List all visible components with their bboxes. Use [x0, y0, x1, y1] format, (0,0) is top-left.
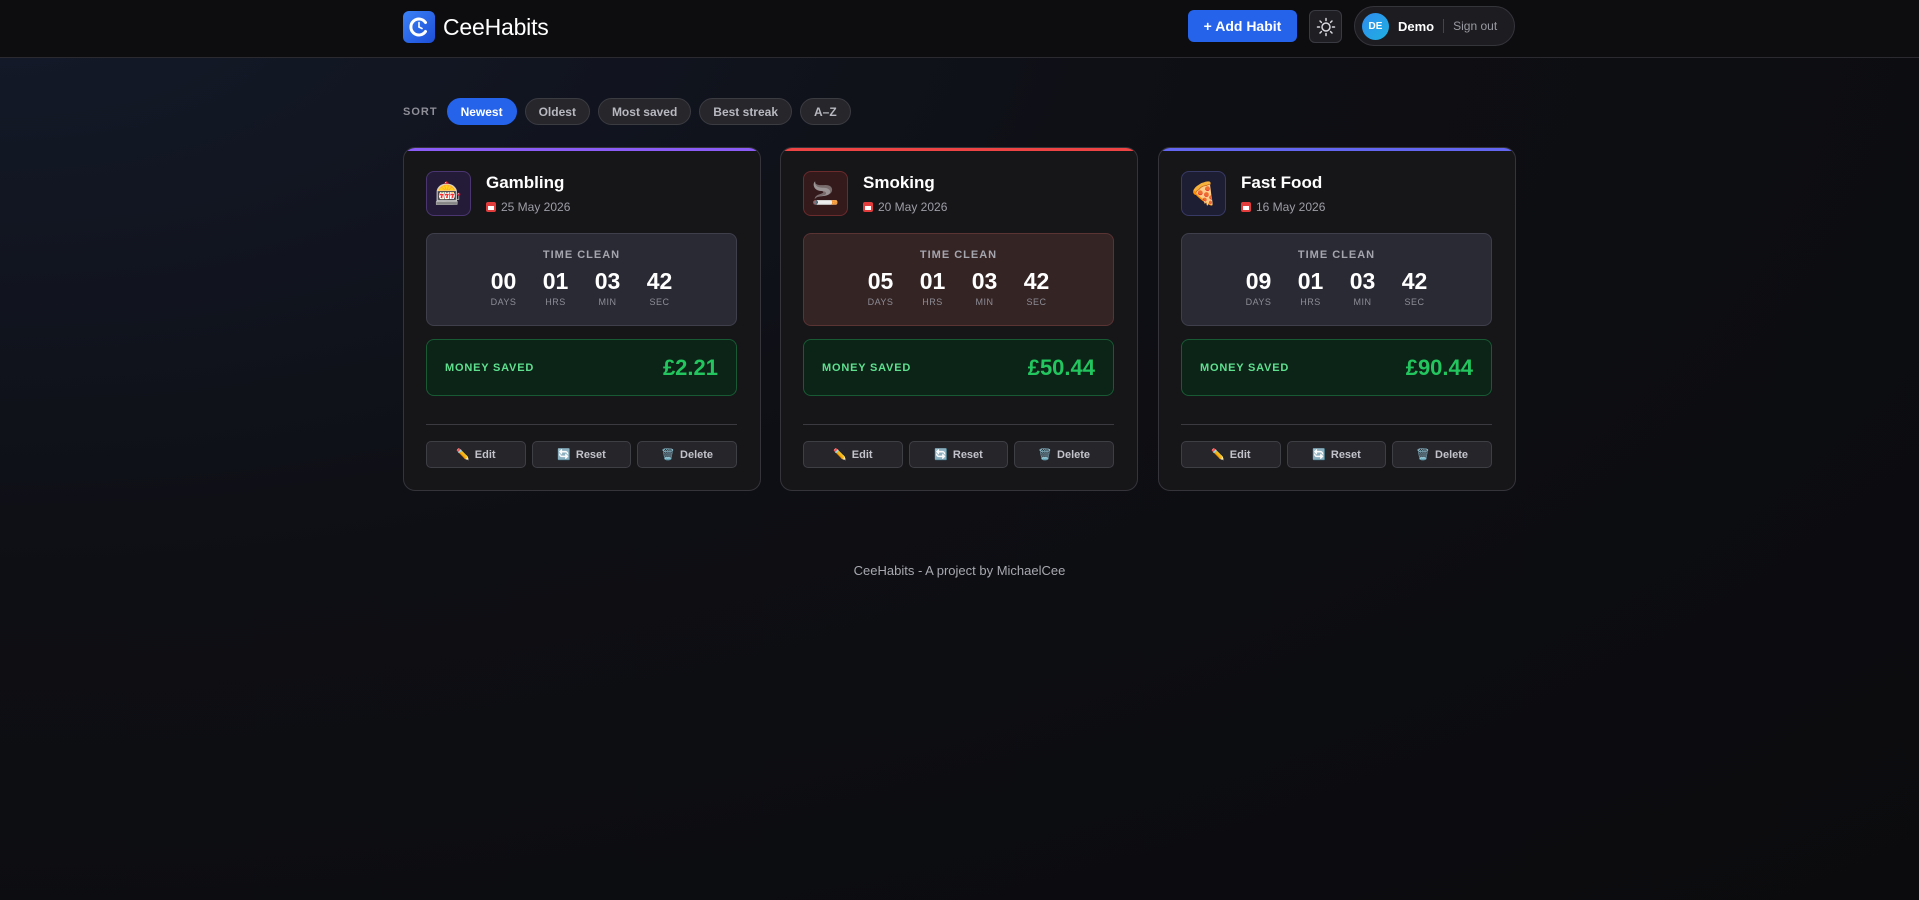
time-clean-panel: TIME CLEAN 05 DAYS 01 HRS 03 MIN 42 SEC: [803, 233, 1114, 326]
days-counter: 00 DAYS: [490, 268, 517, 307]
divider: [803, 424, 1114, 425]
pencil-icon: ✏️: [1211, 449, 1225, 461]
calendar-icon: [863, 202, 873, 212]
hours-counter: 01 HRS: [1297, 268, 1324, 307]
habit-name: Fast Food: [1241, 173, 1323, 192]
brand-name: CeeHabits: [443, 13, 549, 40]
habit-card-fast-food: 🍕 Fast Food 16 May 2026 TIME CLEAN 09 DAY…: [1158, 147, 1516, 491]
days-counter: 05 DAYS: [867, 268, 894, 307]
cigarette-icon: 🚬: [803, 171, 848, 216]
clock-logo-icon: [403, 11, 435, 43]
days-counter: 09 DAYS: [1245, 268, 1272, 307]
habit-card-smoking: 🚬 Smoking 20 May 2026 TIME CLEAN 05 DAYS …: [780, 147, 1138, 491]
habit-card-gambling: 🎰 Gambling 25 May 2026 TIME CLEAN 00 DAYS…: [403, 147, 761, 491]
pizza-icon: 🍕: [1181, 171, 1226, 216]
sign-out-link[interactable]: Sign out: [1453, 19, 1497, 33]
footer-credit: CeeHabits - A project by MichaelCee: [853, 563, 1066, 578]
calendar-icon: [1241, 202, 1251, 212]
sun-icon: [1316, 17, 1335, 36]
pencil-icon: ✏️: [833, 449, 847, 461]
sort-newest-button[interactable]: Newest: [446, 98, 517, 125]
reset-button[interactable]: 🔄 Reset: [531, 441, 632, 468]
money-saved-panel: MONEY SAVED £50.44: [803, 339, 1114, 396]
sort-best-streak-button[interactable]: Best streak: [699, 98, 793, 125]
top-bar: CeeHabits + Add Habit DE Demo Sign out: [0, 0, 1919, 58]
minutes-counter: 03 MIN: [594, 268, 621, 307]
time-clean-label: TIME CLEAN: [542, 249, 621, 261]
habit-name: Gambling: [486, 173, 565, 192]
time-clean-label: TIME CLEAN: [1297, 249, 1376, 261]
habit-start-date: 20 May 2026: [863, 200, 947, 214]
seconds-counter: 42 SEC: [1023, 268, 1050, 307]
time-clean-panel: TIME CLEAN 09 DAYS 01 HRS 03 MIN 42 SEC: [1181, 233, 1492, 326]
money-saved-label: MONEY SAVED: [822, 362, 912, 374]
date-text: 16 May 2026: [1256, 200, 1326, 214]
delete-button[interactable]: 🗑️ Delete: [637, 441, 738, 468]
habit-start-date: 25 May 2026: [486, 200, 570, 214]
time-clean-label: TIME CLEAN: [919, 249, 998, 261]
minutes-counter: 03 MIN: [1349, 268, 1376, 307]
money-saved-label: MONEY SAVED: [1200, 362, 1290, 374]
date-text: 25 May 2026: [501, 200, 571, 214]
habit-name: Smoking: [863, 173, 935, 192]
theme-toggle-button[interactable]: [1309, 10, 1342, 43]
delete-button[interactable]: 🗑️ Delete: [1392, 441, 1493, 468]
sort-oldest-button[interactable]: Oldest: [524, 98, 590, 125]
refresh-icon: 🔄: [1312, 449, 1326, 461]
minutes-counter: 03 MIN: [971, 268, 998, 307]
delete-button[interactable]: 🗑️ Delete: [1014, 441, 1115, 468]
edit-button[interactable]: ✏️ Edit: [426, 441, 526, 468]
money-saved-value: £90.44: [1405, 355, 1473, 380]
seconds-counter: 42 SEC: [646, 268, 673, 307]
seconds-counter: 42 SEC: [1401, 268, 1428, 307]
card-accent-bar: [1159, 148, 1515, 151]
time-clean-panel: TIME CLEAN 00 DAYS 01 HRS 03 MIN 42 SEC: [426, 233, 737, 326]
sort-a-z-button[interactable]: A–Z: [800, 98, 851, 125]
brand[interactable]: CeeHabits: [403, 11, 549, 43]
money-saved-panel: MONEY SAVED £90.44: [1181, 339, 1492, 396]
money-saved-label: MONEY SAVED: [445, 362, 535, 374]
trash-icon: 🗑️: [661, 449, 676, 461]
avatar[interactable]: DE: [1362, 12, 1389, 40]
refresh-icon: 🔄: [557, 449, 571, 461]
trash-icon: 🗑️: [1038, 449, 1053, 461]
sort-label: SORT: [403, 105, 438, 118]
habit-start-date: 16 May 2026: [1241, 200, 1325, 214]
edit-button[interactable]: ✏️ Edit: [1181, 441, 1281, 468]
card-accent-bar: [404, 148, 760, 151]
slot-machine-icon: 🎰: [426, 171, 471, 216]
money-saved-value: £50.44: [1027, 355, 1095, 380]
sort-most-saved-button[interactable]: Most saved: [597, 98, 692, 125]
calendar-icon: [486, 202, 496, 212]
refresh-icon: 🔄: [934, 449, 948, 461]
date-text: 20 May 2026: [878, 200, 948, 214]
divider: [1181, 424, 1492, 425]
edit-button[interactable]: ✏️ Edit: [803, 441, 903, 468]
card-accent-bar: [781, 148, 1137, 151]
divider: [1443, 19, 1445, 33]
trash-icon: 🗑️: [1416, 449, 1431, 461]
divider: [426, 424, 737, 425]
money-saved-value: £2.21: [662, 355, 718, 380]
reset-button[interactable]: 🔄 Reset: [908, 441, 1009, 468]
user-name: Demo: [1398, 18, 1435, 34]
pencil-icon: ✏️: [456, 449, 470, 461]
money-saved-panel: MONEY SAVED £2.21: [426, 339, 737, 396]
reset-button[interactable]: 🔄 Reset: [1286, 441, 1387, 468]
user-menu: DE Demo Sign out: [1354, 6, 1515, 46]
hours-counter: 01 HRS: [542, 268, 569, 307]
sort-bar: SORT Newest Oldest Most saved Best strea…: [403, 98, 859, 125]
hours-counter: 01 HRS: [919, 268, 946, 307]
add-habit-button[interactable]: + Add Habit: [1188, 10, 1297, 42]
